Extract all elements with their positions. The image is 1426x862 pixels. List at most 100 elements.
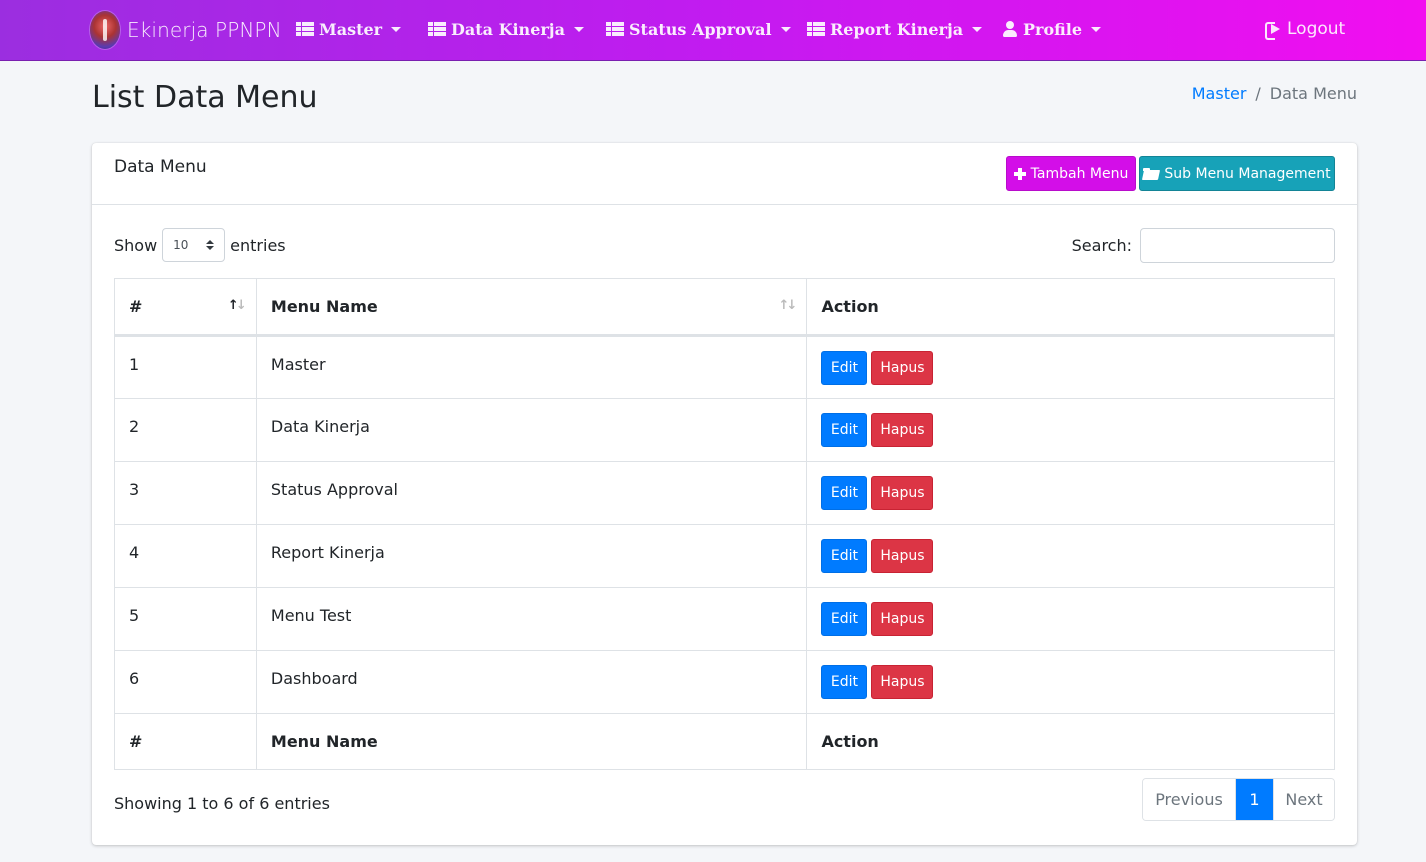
- table-icon: [428, 21, 446, 37]
- table-footer-row: # Menu Name Action: [114, 713, 1335, 770]
- sort-icon: ↑ ↓: [778, 298, 798, 313]
- nav-report-kinerja-label: Report Kinerja: [830, 19, 964, 39]
- plus-icon: [1013, 167, 1026, 180]
- logout-label: Logout: [1287, 19, 1346, 39]
- hapus-button[interactable]: Hapus: [871, 539, 934, 573]
- caret-down-icon: [972, 27, 983, 32]
- row-number: 2: [114, 398, 257, 462]
- hapus-button[interactable]: Hapus: [871, 476, 934, 510]
- table-row: 3 Status Approval Edit Hapus: [114, 461, 1335, 525]
- col-menu-name-header[interactable]: Menu Name ↑ ↓: [255, 278, 808, 337]
- row-menu-name: Report Kinerja: [255, 524, 808, 588]
- row-number: 3: [114, 461, 257, 525]
- nav-data-kinerja-label: Data Kinerja: [451, 19, 565, 39]
- row-actions: Edit Hapus: [806, 398, 1335, 462]
- row-number: 6: [114, 650, 257, 714]
- pagination: Previous 1 Next: [1142, 778, 1335, 821]
- hapus-button[interactable]: Hapus: [871, 602, 934, 636]
- breadcrumb-master-link[interactable]: Master: [1192, 84, 1247, 103]
- page-length-select[interactable]: 10: [162, 228, 226, 262]
- sort-asc-icon: ↑ ↓: [227, 298, 247, 313]
- card-header: Data Menu Tambah Menu Sub Menu Managemen…: [92, 143, 1357, 205]
- data-menu-card: Data Menu Tambah Menu Sub Menu Managemen…: [92, 143, 1357, 845]
- footer-col-number: #: [114, 713, 257, 770]
- logout-link[interactable]: Logout: [1265, 17, 1345, 41]
- page-length-control: Show 10 entries: [114, 228, 286, 262]
- card-title: Data Menu: [114, 157, 207, 177]
- sign-out-icon: [1265, 22, 1281, 40]
- sub-menu-management-label: Sub Menu Management: [1164, 165, 1331, 182]
- hapus-button[interactable]: Hapus: [871, 413, 934, 447]
- col-number-header[interactable]: # ↑ ↓: [114, 278, 257, 337]
- brand[interactable]: Ekinerja PPNPN: [90, 8, 282, 52]
- col-menu-name-label: Menu Name: [270, 297, 378, 316]
- user-icon: [1003, 21, 1017, 37]
- search-label: Search:: [1071, 236, 1132, 255]
- edit-button[interactable]: Edit: [821, 665, 868, 699]
- breadcrumb-separator: /: [1255, 84, 1261, 103]
- nav-master-label: Master: [319, 19, 383, 39]
- table-info: Showing 1 to 6 of 6 entries: [114, 794, 330, 813]
- nav-profile-label: Profile: [1023, 19, 1083, 39]
- data-menu-table: # ↑ ↓ Menu Name ↑ ↓ Action 1 Master Edit Ha…: [114, 278, 1335, 770]
- row-menu-name: Status Approval: [255, 461, 808, 525]
- caret-down-icon: [573, 27, 584, 32]
- table-row: 4 Report Kinerja Edit Hapus: [114, 524, 1335, 588]
- search-input[interactable]: [1140, 228, 1335, 263]
- col-number-label: #: [129, 297, 143, 316]
- page-length-value: 10: [173, 238, 189, 252]
- edit-button[interactable]: Edit: [821, 539, 868, 573]
- tambah-menu-button[interactable]: Tambah Menu: [1006, 156, 1136, 191]
- row-actions: Edit Hapus: [806, 524, 1335, 588]
- nav-status-approval[interactable]: Status Approval: [606, 17, 791, 41]
- search-control: Search:: [1072, 228, 1335, 263]
- row-actions: Edit Hapus: [806, 650, 1335, 714]
- table-icon: [296, 21, 314, 37]
- brand-logo-icon: [90, 11, 120, 49]
- row-menu-name: Menu Test: [255, 587, 808, 651]
- row-actions: Edit Hapus: [806, 587, 1335, 651]
- pagination-page-1[interactable]: 1: [1236, 779, 1273, 820]
- row-number: 4: [114, 524, 257, 588]
- footer-col-action: Action: [806, 713, 1335, 770]
- page-title: List Data Menu: [92, 80, 318, 115]
- row-menu-name: Data Kinerja: [255, 398, 808, 462]
- edit-button[interactable]: Edit: [821, 351, 868, 385]
- edit-button[interactable]: Edit: [821, 413, 868, 447]
- caret-down-icon: [1091, 27, 1102, 32]
- edit-button[interactable]: Edit: [821, 602, 868, 636]
- sort-arrows-icon: [206, 240, 215, 250]
- row-number: 1: [114, 335, 257, 399]
- row-menu-name: Dashboard: [255, 650, 808, 714]
- tambah-menu-label: Tambah Menu: [1030, 165, 1129, 182]
- nav-master[interactable]: Master: [296, 17, 402, 41]
- table-icon: [606, 21, 624, 37]
- footer-col-menu-name: Menu Name: [255, 713, 808, 770]
- caret-down-icon: [780, 27, 791, 32]
- table-row: 2 Data Kinerja Edit Hapus: [114, 398, 1335, 462]
- nav-status-approval-label: Status Approval: [629, 19, 772, 39]
- hapus-button[interactable]: Hapus: [871, 351, 934, 385]
- folder-open-icon: [1143, 167, 1160, 180]
- pagination-next[interactable]: Next: [1273, 779, 1334, 820]
- breadcrumb: Master / Data Menu: [1192, 84, 1357, 103]
- brand-name: Ekinerja PPNPN: [127, 18, 282, 42]
- row-actions: Edit Hapus: [806, 461, 1335, 525]
- sub-menu-management-button[interactable]: Sub Menu Management: [1139, 156, 1335, 191]
- table-row: 6 Dashboard Edit Hapus: [114, 650, 1335, 714]
- col-action-header: Action: [806, 278, 1335, 337]
- row-number: 5: [114, 587, 257, 651]
- table-header-row: # ↑ ↓ Menu Name ↑ ↓ Action: [114, 278, 1335, 337]
- nav-data-kinerja[interactable]: Data Kinerja: [428, 17, 584, 41]
- nav-profile[interactable]: Profile: [1003, 17, 1102, 41]
- show-label: Show: [114, 235, 158, 255]
- table-row: 5 Menu Test Edit Hapus: [114, 587, 1335, 651]
- row-actions: Edit Hapus: [806, 335, 1335, 399]
- pagination-previous[interactable]: Previous: [1143, 779, 1236, 820]
- nav-report-kinerja[interactable]: Report Kinerja: [807, 17, 983, 41]
- top-navbar: Ekinerja PPNPN Master Data Kinerja Statu…: [0, 0, 1426, 61]
- breadcrumb-current: Data Menu: [1269, 84, 1357, 103]
- edit-button[interactable]: Edit: [821, 476, 868, 510]
- hapus-button[interactable]: Hapus: [871, 665, 934, 699]
- entries-label: entries: [230, 235, 286, 255]
